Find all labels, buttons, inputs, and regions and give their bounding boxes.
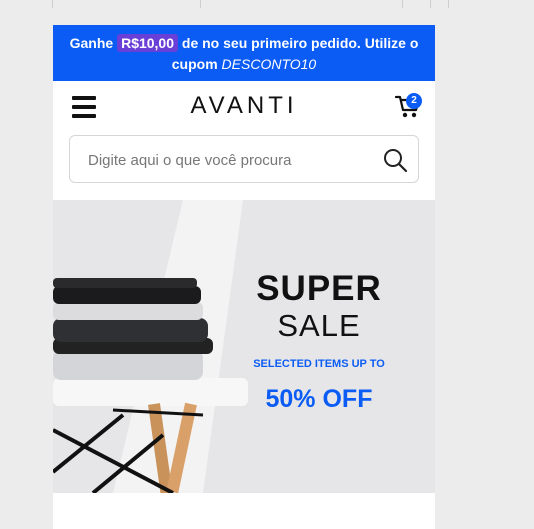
search-box [69, 135, 419, 183]
search-icon[interactable] [382, 147, 408, 173]
search-input[interactable] [86, 149, 370, 171]
browser-ruler [0, 0, 534, 8]
promo-coupon-code: DESCONTO10 [221, 56, 317, 72]
banner-title-super: SUPER [256, 269, 382, 308]
promo-bar: Ganhe R$10,00 de no seu primeiro pedido.… [53, 25, 435, 81]
banner-title-sale: SALE [277, 308, 361, 343]
promo-prefix: Ganhe [69, 35, 114, 51]
banner-subtitle: SELECTED ITEMS UP TO [253, 358, 385, 370]
banner-text: SUPER SALE SELECTED ITEMS UP TO 50% OFF [239, 270, 399, 414]
mobile-viewport: Ganhe R$10,00 de no seu primeiro pedido.… [53, 25, 435, 529]
sale-banner[interactable]: SUPER SALE SELECTED ITEMS UP TO 50% OFF [53, 200, 435, 493]
promo-amount-badge: R$10,00 [117, 34, 179, 52]
site-header: AVANTI [53, 81, 435, 131]
cart-count-badge: 2 [406, 93, 422, 109]
banner-discount: 50% OFF [265, 385, 373, 413]
site-logo[interactable]: AVANTI [53, 92, 435, 120]
